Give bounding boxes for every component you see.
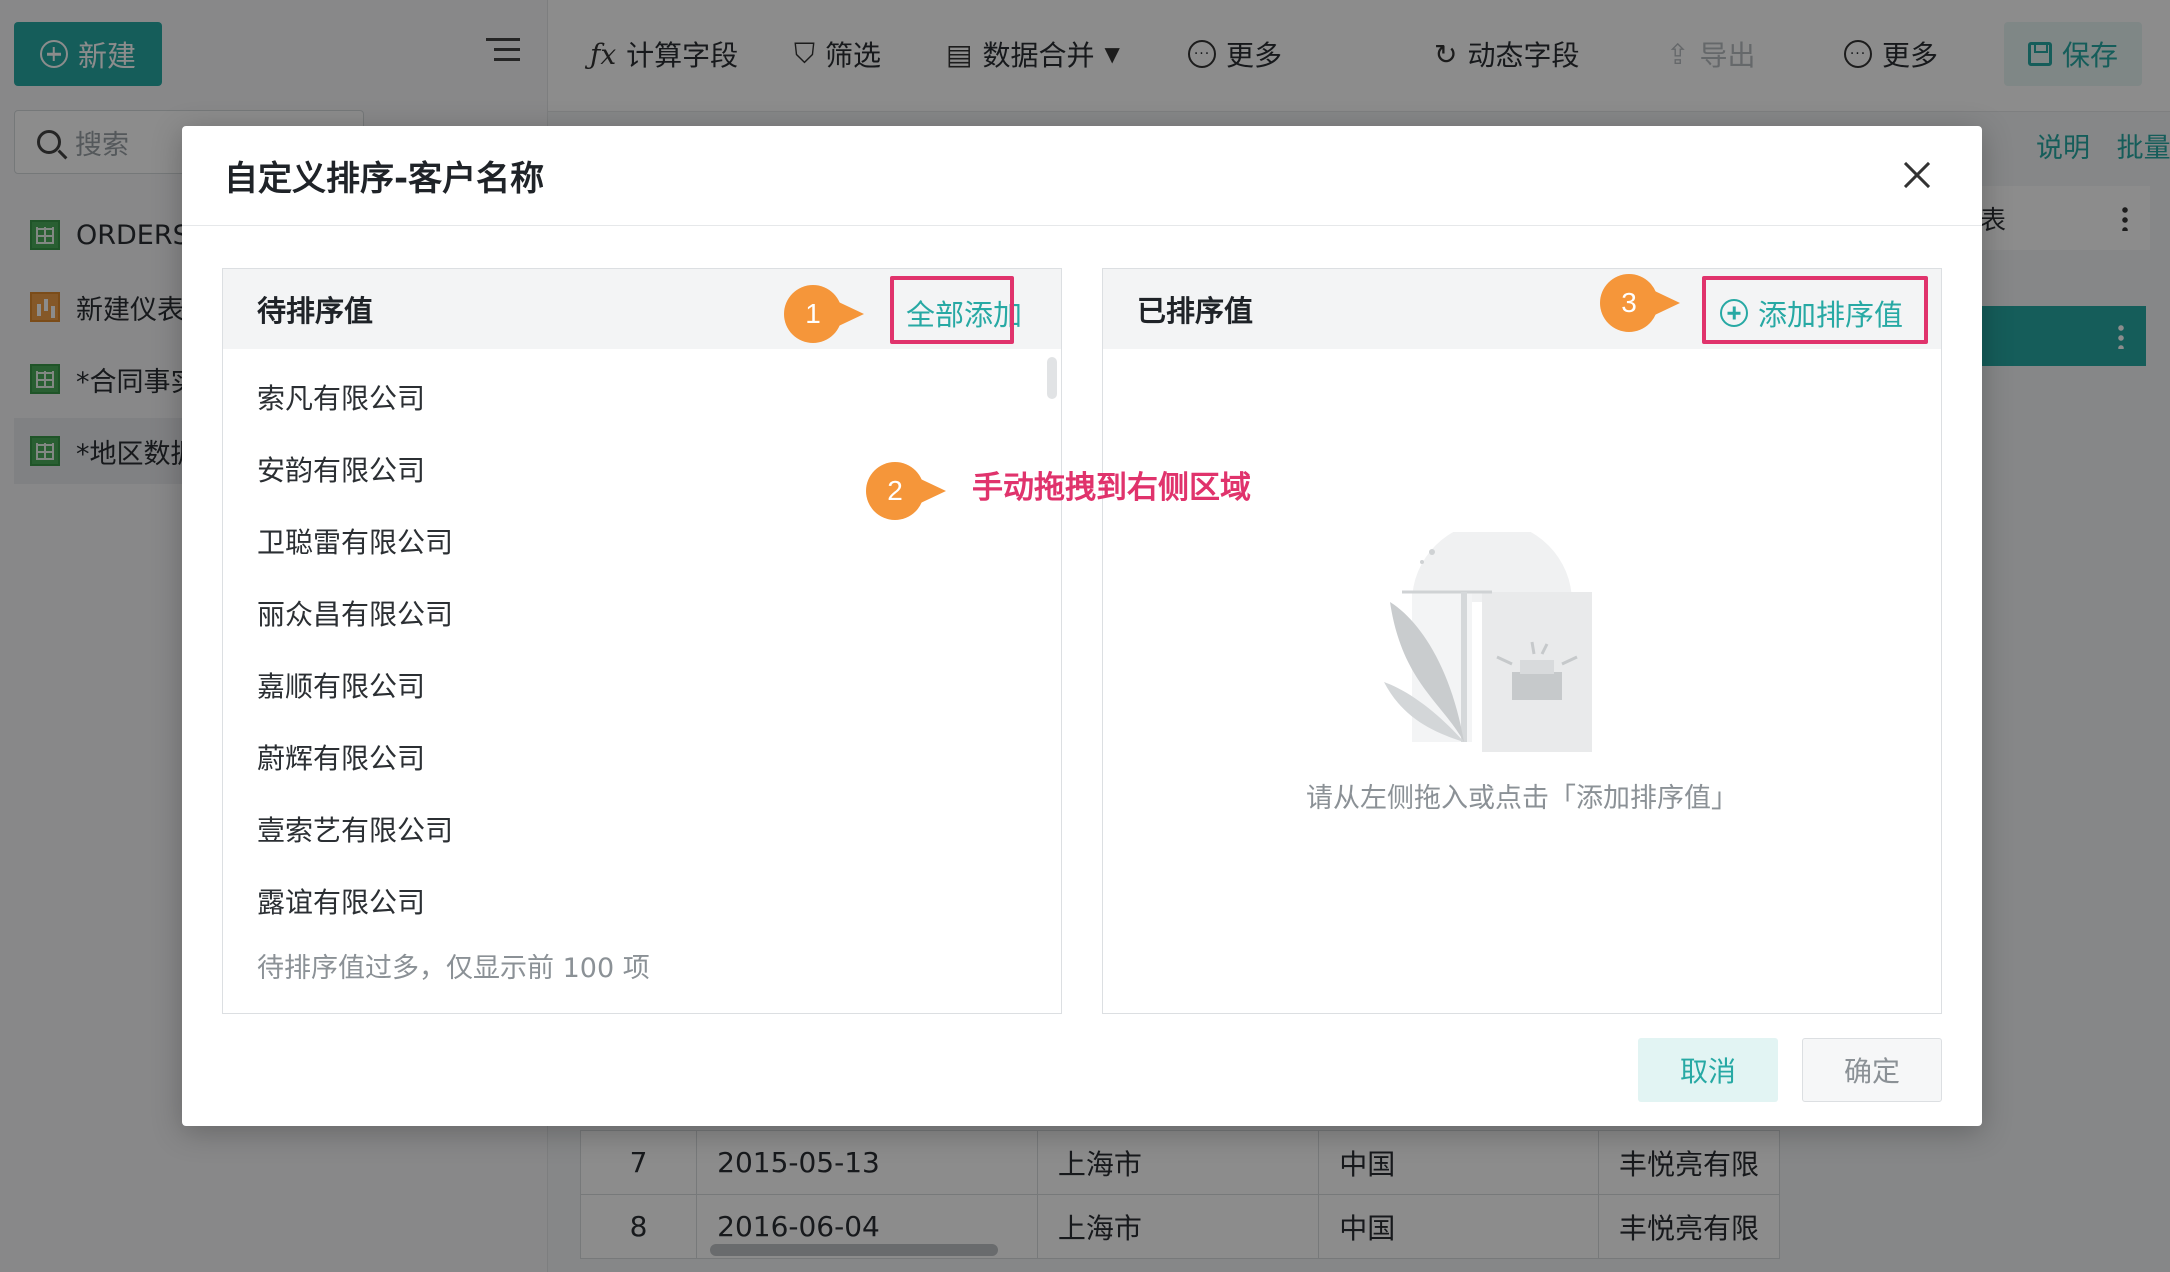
list-item[interactable]: 索凡有限公司: [223, 361, 1061, 433]
empty-state-text: 请从左侧拖入或点击「添加排序值」: [1306, 783, 1738, 814]
custom-sort-dialog: 自定义排序-客户名称 待排序值 索凡有限公司 安韵有限公司 卫聪雷有限公司 丽众…: [182, 126, 1982, 1126]
list-item[interactable]: 蔚辉有限公司: [223, 721, 1061, 793]
list-item[interactable]: 露谊有限公司: [223, 865, 1061, 937]
vertical-scrollbar[interactable]: [1047, 357, 1057, 399]
list-item[interactable]: 壹索艺有限公司: [223, 793, 1061, 865]
step-badge-1: 1: [784, 285, 866, 343]
dialog-header: 自定义排序-客户名称: [182, 126, 1982, 226]
unsorted-list: 索凡有限公司 安韵有限公司 卫聪雷有限公司 丽众昌有限公司 嘉顺有限公司 蔚辉有…: [223, 349, 1061, 937]
step-badge-2: 2: [866, 462, 948, 520]
dialog-title: 自定义排序-客户名称: [224, 159, 545, 199]
unsorted-values-panel: 待排序值 索凡有限公司 安韵有限公司 卫聪雷有限公司 丽众昌有限公司 嘉顺有限公…: [222, 268, 1062, 1014]
step-number: 3: [1621, 287, 1637, 318]
cancel-button[interactable]: 取消: [1638, 1038, 1778, 1102]
highlight-box-add-all: [890, 276, 1014, 344]
list-item[interactable]: 嘉顺有限公司: [223, 649, 1061, 721]
close-icon[interactable]: [1900, 158, 1934, 192]
drag-hint-annotation: 手动拖拽到右侧区域: [972, 470, 1251, 506]
highlight-box-add-sort: [1702, 276, 1928, 344]
step-number: 2: [887, 475, 903, 506]
cancel-label: 取消: [1679, 1055, 1736, 1088]
step-number: 1: [805, 298, 821, 329]
list-item[interactable]: 丽众昌有限公司: [223, 577, 1061, 649]
sorted-panel-title: 已排序值: [1137, 294, 1254, 328]
confirm-button[interactable]: 确定: [1802, 1038, 1942, 1102]
list-limit-note: 待排序值过多，仅显示前 100 项: [257, 953, 650, 984]
empty-state-illustration: [1384, 532, 1592, 752]
confirm-label: 确定: [1843, 1055, 1900, 1088]
step-badge-3: 3: [1600, 274, 1682, 332]
unsorted-panel-title: 待排序值: [257, 294, 374, 328]
